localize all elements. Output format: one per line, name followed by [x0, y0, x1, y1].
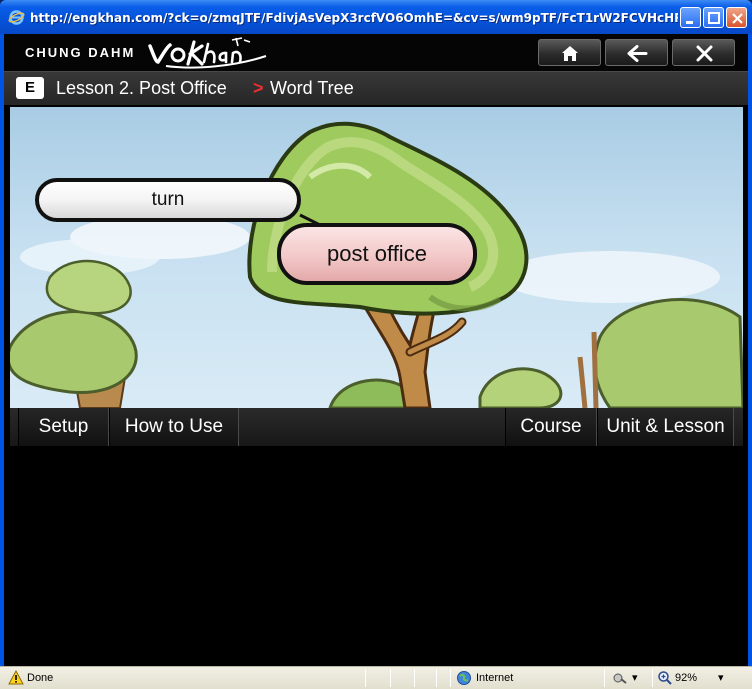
back-button[interactable] [605, 39, 668, 66]
status-divider [450, 669, 451, 687]
status-divider [652, 669, 653, 687]
status-divider [414, 669, 415, 687]
breadcrumb: E Lesson 2. Post Office > Word Tree [4, 71, 748, 105]
browser-window: http://engkhan.com/?ck=o/zmqJTF/FdivjAsV… [0, 0, 752, 689]
minimize-button[interactable] [680, 7, 701, 28]
exit-button[interactable] [672, 39, 735, 66]
status-divider [390, 669, 391, 687]
home-icon [562, 46, 578, 61]
breadcrumb-page: Word Tree [270, 78, 354, 98]
level-badge: E [16, 77, 44, 99]
vokhan-logo [148, 37, 267, 69]
breadcrumb-separator: > [253, 78, 264, 98]
status-text: Done [27, 672, 54, 684]
warning-icon [8, 670, 24, 685]
setup-button[interactable]: Setup [18, 408, 109, 446]
status-divider [436, 669, 437, 687]
close-window-button[interactable] [726, 7, 747, 28]
bottom-nav: Setup How to Use Course Unit & Lesson [10, 408, 743, 446]
course-button[interactable]: Course [505, 408, 597, 446]
brand-name: CHUNG DAHM [25, 45, 136, 60]
window-title: http://engkhan.com/?ck=o/zmqJTF/FdivjAsV… [30, 11, 678, 25]
ie-icon [8, 10, 25, 25]
maximize-icon [708, 12, 720, 24]
word-bubble-turn[interactable]: turn [35, 178, 301, 222]
chevron-down-icon[interactable]: ▾ [718, 670, 724, 686]
how-to-use-button[interactable]: How to Use [109, 408, 239, 446]
zoom-level[interactable]: 92% [675, 670, 697, 686]
status-divider [365, 669, 366, 687]
globe-icon [457, 671, 471, 685]
word-tree-scene: turn post office [10, 107, 743, 408]
status-bar: Done Internet ▾ 92% ▾ [0, 666, 752, 689]
security-zone: Internet [476, 672, 514, 684]
breadcrumb-lesson: Lesson 2. Post Office [56, 78, 227, 98]
title-bar: http://engkhan.com/?ck=o/zmqJTF/FdivjAsV… [0, 0, 752, 34]
dropdown-arrow-icon[interactable]: ▾ [632, 670, 638, 686]
maximize-button[interactable] [703, 7, 724, 28]
page-content: CHUNG DAHM E Lesson 2. Post Office > Wor… [4, 34, 748, 666]
minimize-icon [686, 21, 693, 24]
home-button[interactable] [538, 39, 601, 66]
word-bubble-post-office[interactable]: post office [277, 223, 477, 285]
zoom-icon[interactable] [657, 670, 673, 686]
status-divider [604, 669, 605, 687]
close-icon [732, 13, 743, 24]
protected-mode-icon[interactable] [612, 670, 628, 686]
unit-lesson-button[interactable]: Unit & Lesson [597, 408, 734, 446]
app-header: CHUNG DAHM [4, 34, 748, 71]
arrow-left-icon [627, 45, 648, 62]
close-icon [696, 45, 713, 62]
